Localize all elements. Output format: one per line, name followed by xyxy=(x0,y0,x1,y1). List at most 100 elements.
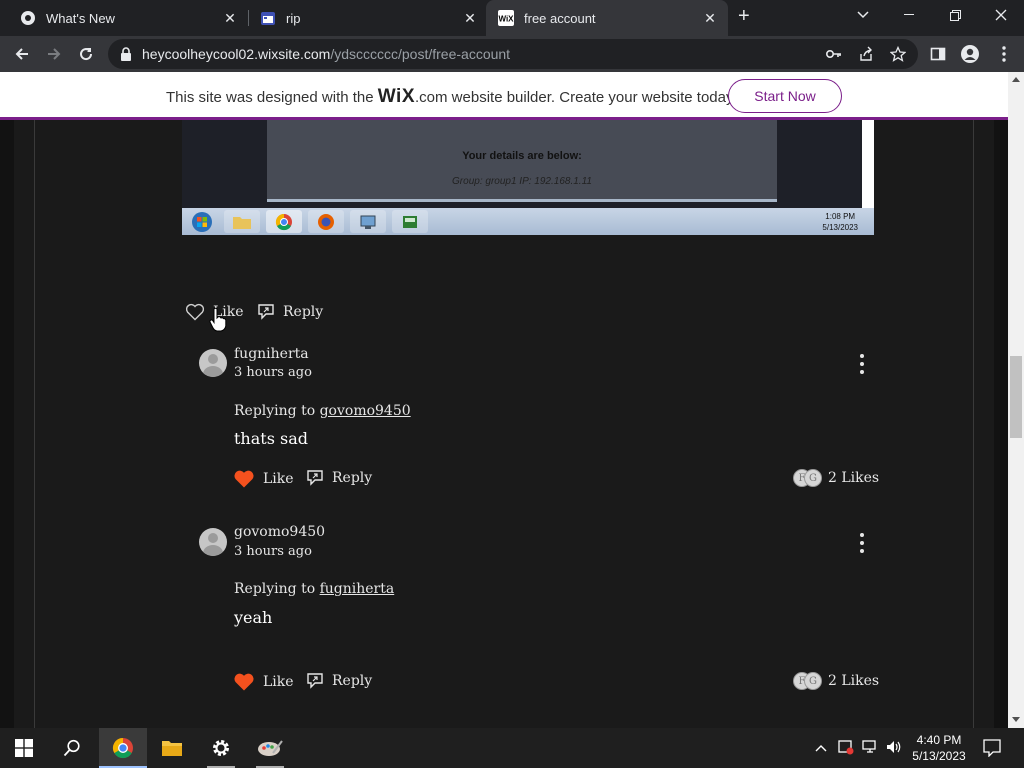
windows-taskbar: 4:40 PM 5/13/2023 xyxy=(0,728,1024,768)
embedded-taskbar: 1:08 PM 5/13/2023 xyxy=(182,208,874,235)
taskbar-clock[interactable]: 4:40 PM 5/13/2023 xyxy=(906,732,972,764)
tab-search-chevron-icon[interactable] xyxy=(840,0,886,30)
tab-rip[interactable]: rip ✕ xyxy=(248,0,488,36)
calendar-icon xyxy=(260,10,276,26)
embedded-network-icon xyxy=(350,210,386,233)
tab-title: free account xyxy=(524,10,596,26)
liker-avatar: G xyxy=(804,672,822,690)
embedded-chrome-icon xyxy=(266,210,302,233)
reply-icon xyxy=(307,470,323,486)
avatar[interactable] xyxy=(199,528,227,556)
comment-like-button[interactable]: Like xyxy=(233,469,294,489)
file-explorer-icon[interactable] xyxy=(148,728,196,768)
restore-icon[interactable] xyxy=(932,0,978,30)
clock-date: 5/13/2023 xyxy=(912,749,966,763)
close-window-icon[interactable] xyxy=(978,0,1024,30)
like-label: Like xyxy=(263,674,294,690)
security-shield-icon[interactable] xyxy=(838,739,854,758)
banner-text: This site was designed with the WiX.com … xyxy=(166,86,737,108)
wix-icon: WiX xyxy=(498,10,514,26)
svg-text:WiX: WiX xyxy=(498,15,514,24)
close-tab-icon[interactable]: ✕ xyxy=(462,10,478,26)
reload-icon[interactable] xyxy=(72,40,100,68)
embedded-start-orb-icon xyxy=(184,210,220,233)
comment-text: yeah xyxy=(234,608,273,627)
reply-icon xyxy=(307,673,323,689)
bookmark-star-icon[interactable] xyxy=(889,45,907,67)
column-divider xyxy=(973,120,974,728)
url-text[interactable]: heycoolheycool02.wixsite.com/ydscccccc/p… xyxy=(142,46,510,62)
replying-to-link[interactable]: govomo9450 xyxy=(320,403,411,419)
notifications-icon[interactable] xyxy=(983,739,1001,760)
menu-kebab-icon[interactable] xyxy=(990,40,1018,68)
embedded-edge xyxy=(862,120,874,208)
start-now-button[interactable]: Start Now xyxy=(728,79,842,113)
replying-prefix: Replying to xyxy=(234,581,320,597)
search-icon[interactable] xyxy=(48,728,96,768)
replying-to-link[interactable]: fugniherta xyxy=(320,581,395,597)
lock-icon[interactable] xyxy=(120,47,132,66)
likes-count: 2 Likes xyxy=(828,470,880,486)
paint-app-icon[interactable] xyxy=(246,728,294,768)
share-icon[interactable] xyxy=(858,46,874,67)
hand-cursor-icon xyxy=(209,307,227,338)
show-hidden-icons-chevron-icon[interactable] xyxy=(815,740,827,755)
network-icon[interactable] xyxy=(862,739,880,758)
embedded-clock: 1:08 PM 5/13/2023 xyxy=(822,211,858,233)
comment-time: 3 hours ago xyxy=(234,365,312,380)
likes-count: 2 Likes xyxy=(828,673,880,689)
column-divider xyxy=(34,120,35,728)
embedded-group-line: Group: group1 IP: 192.168.1.11 xyxy=(452,176,592,187)
embedded-firefox-icon xyxy=(308,210,344,233)
scroll-down-arrow-icon[interactable] xyxy=(1012,717,1020,722)
tab-free-account[interactable]: WiX free account ✕ xyxy=(486,0,728,36)
comment-more-options-icon[interactable] xyxy=(859,354,865,374)
embedded-folder-icon xyxy=(224,210,260,233)
chrome-icon xyxy=(20,10,36,26)
wix-promo-banner: This site was designed with the WiX.com … xyxy=(0,72,1008,120)
likes-summary[interactable]: FG 2 Likes xyxy=(793,672,879,690)
volume-icon[interactable] xyxy=(886,739,902,758)
page-content: Your details are below: Group: group1 IP… xyxy=(0,120,1008,728)
comment-like-button[interactable]: Like xyxy=(233,672,294,692)
settings-gear-icon[interactable] xyxy=(197,728,245,768)
heart-outline-icon xyxy=(185,303,205,321)
close-tab-icon[interactable]: ✕ xyxy=(222,10,238,26)
side-panel-icon[interactable] xyxy=(924,40,952,68)
embedded-clock-date: 5/13/2023 xyxy=(822,223,858,232)
close-tab-icon[interactable]: ✕ xyxy=(702,10,718,26)
embedded-dialog: Your details are below: Group: group1 IP… xyxy=(267,120,777,202)
page-scrollbar[interactable] xyxy=(1008,72,1024,728)
scrollbar-thumb[interactable] xyxy=(1010,356,1022,438)
avatar[interactable] xyxy=(199,349,227,377)
comment-author[interactable]: fugniherta xyxy=(234,346,309,362)
back-arrow-icon[interactable] xyxy=(8,40,36,68)
profile-icon[interactable] xyxy=(956,40,984,68)
comment-more-options-icon[interactable] xyxy=(859,533,865,553)
password-key-icon[interactable] xyxy=(825,47,842,66)
taskbar-chrome-icon[interactable] xyxy=(99,728,147,768)
embedded-details-label: Your details are below: xyxy=(462,150,582,162)
forward-arrow-icon[interactable] xyxy=(40,40,68,68)
scroll-up-arrow-icon[interactable] xyxy=(1012,77,1020,82)
minimize-icon[interactable] xyxy=(886,0,932,30)
browser-tab-strip: What's New ✕ rip ✕ WiX free account ✕ + xyxy=(0,0,1024,36)
parent-reply-button[interactable]: Reply xyxy=(257,303,323,321)
comment-reply-button[interactable]: Reply xyxy=(306,469,372,487)
banner-text-before: This site was designed with the xyxy=(166,89,378,106)
url-path: /ydscccccc/post/free-account xyxy=(330,46,511,62)
comment-time: 3 hours ago xyxy=(234,544,312,559)
browser-toolbar: heycoolheycool02.wixsite.com/ydscccccc/p… xyxy=(0,36,1024,72)
tab-whats-new[interactable]: What's New ✕ xyxy=(8,0,248,36)
windows-start-icon[interactable] xyxy=(0,728,48,768)
reply-label: Reply xyxy=(332,470,373,486)
replying-to-line: Replying to fugniherta xyxy=(234,581,394,597)
comment-reply-button[interactable]: Reply xyxy=(306,672,372,690)
liker-avatar: G xyxy=(804,469,822,487)
likes-summary[interactable]: FG 2 Likes xyxy=(793,469,879,487)
address-bar[interactable]: heycoolheycool02.wixsite.com/ydscccccc/p… xyxy=(108,39,918,69)
new-tab-icon[interactable]: + xyxy=(738,6,758,28)
reply-label: Reply xyxy=(283,304,324,320)
comment-author[interactable]: govomo9450 xyxy=(234,524,325,540)
tab-title: rip xyxy=(286,10,301,26)
